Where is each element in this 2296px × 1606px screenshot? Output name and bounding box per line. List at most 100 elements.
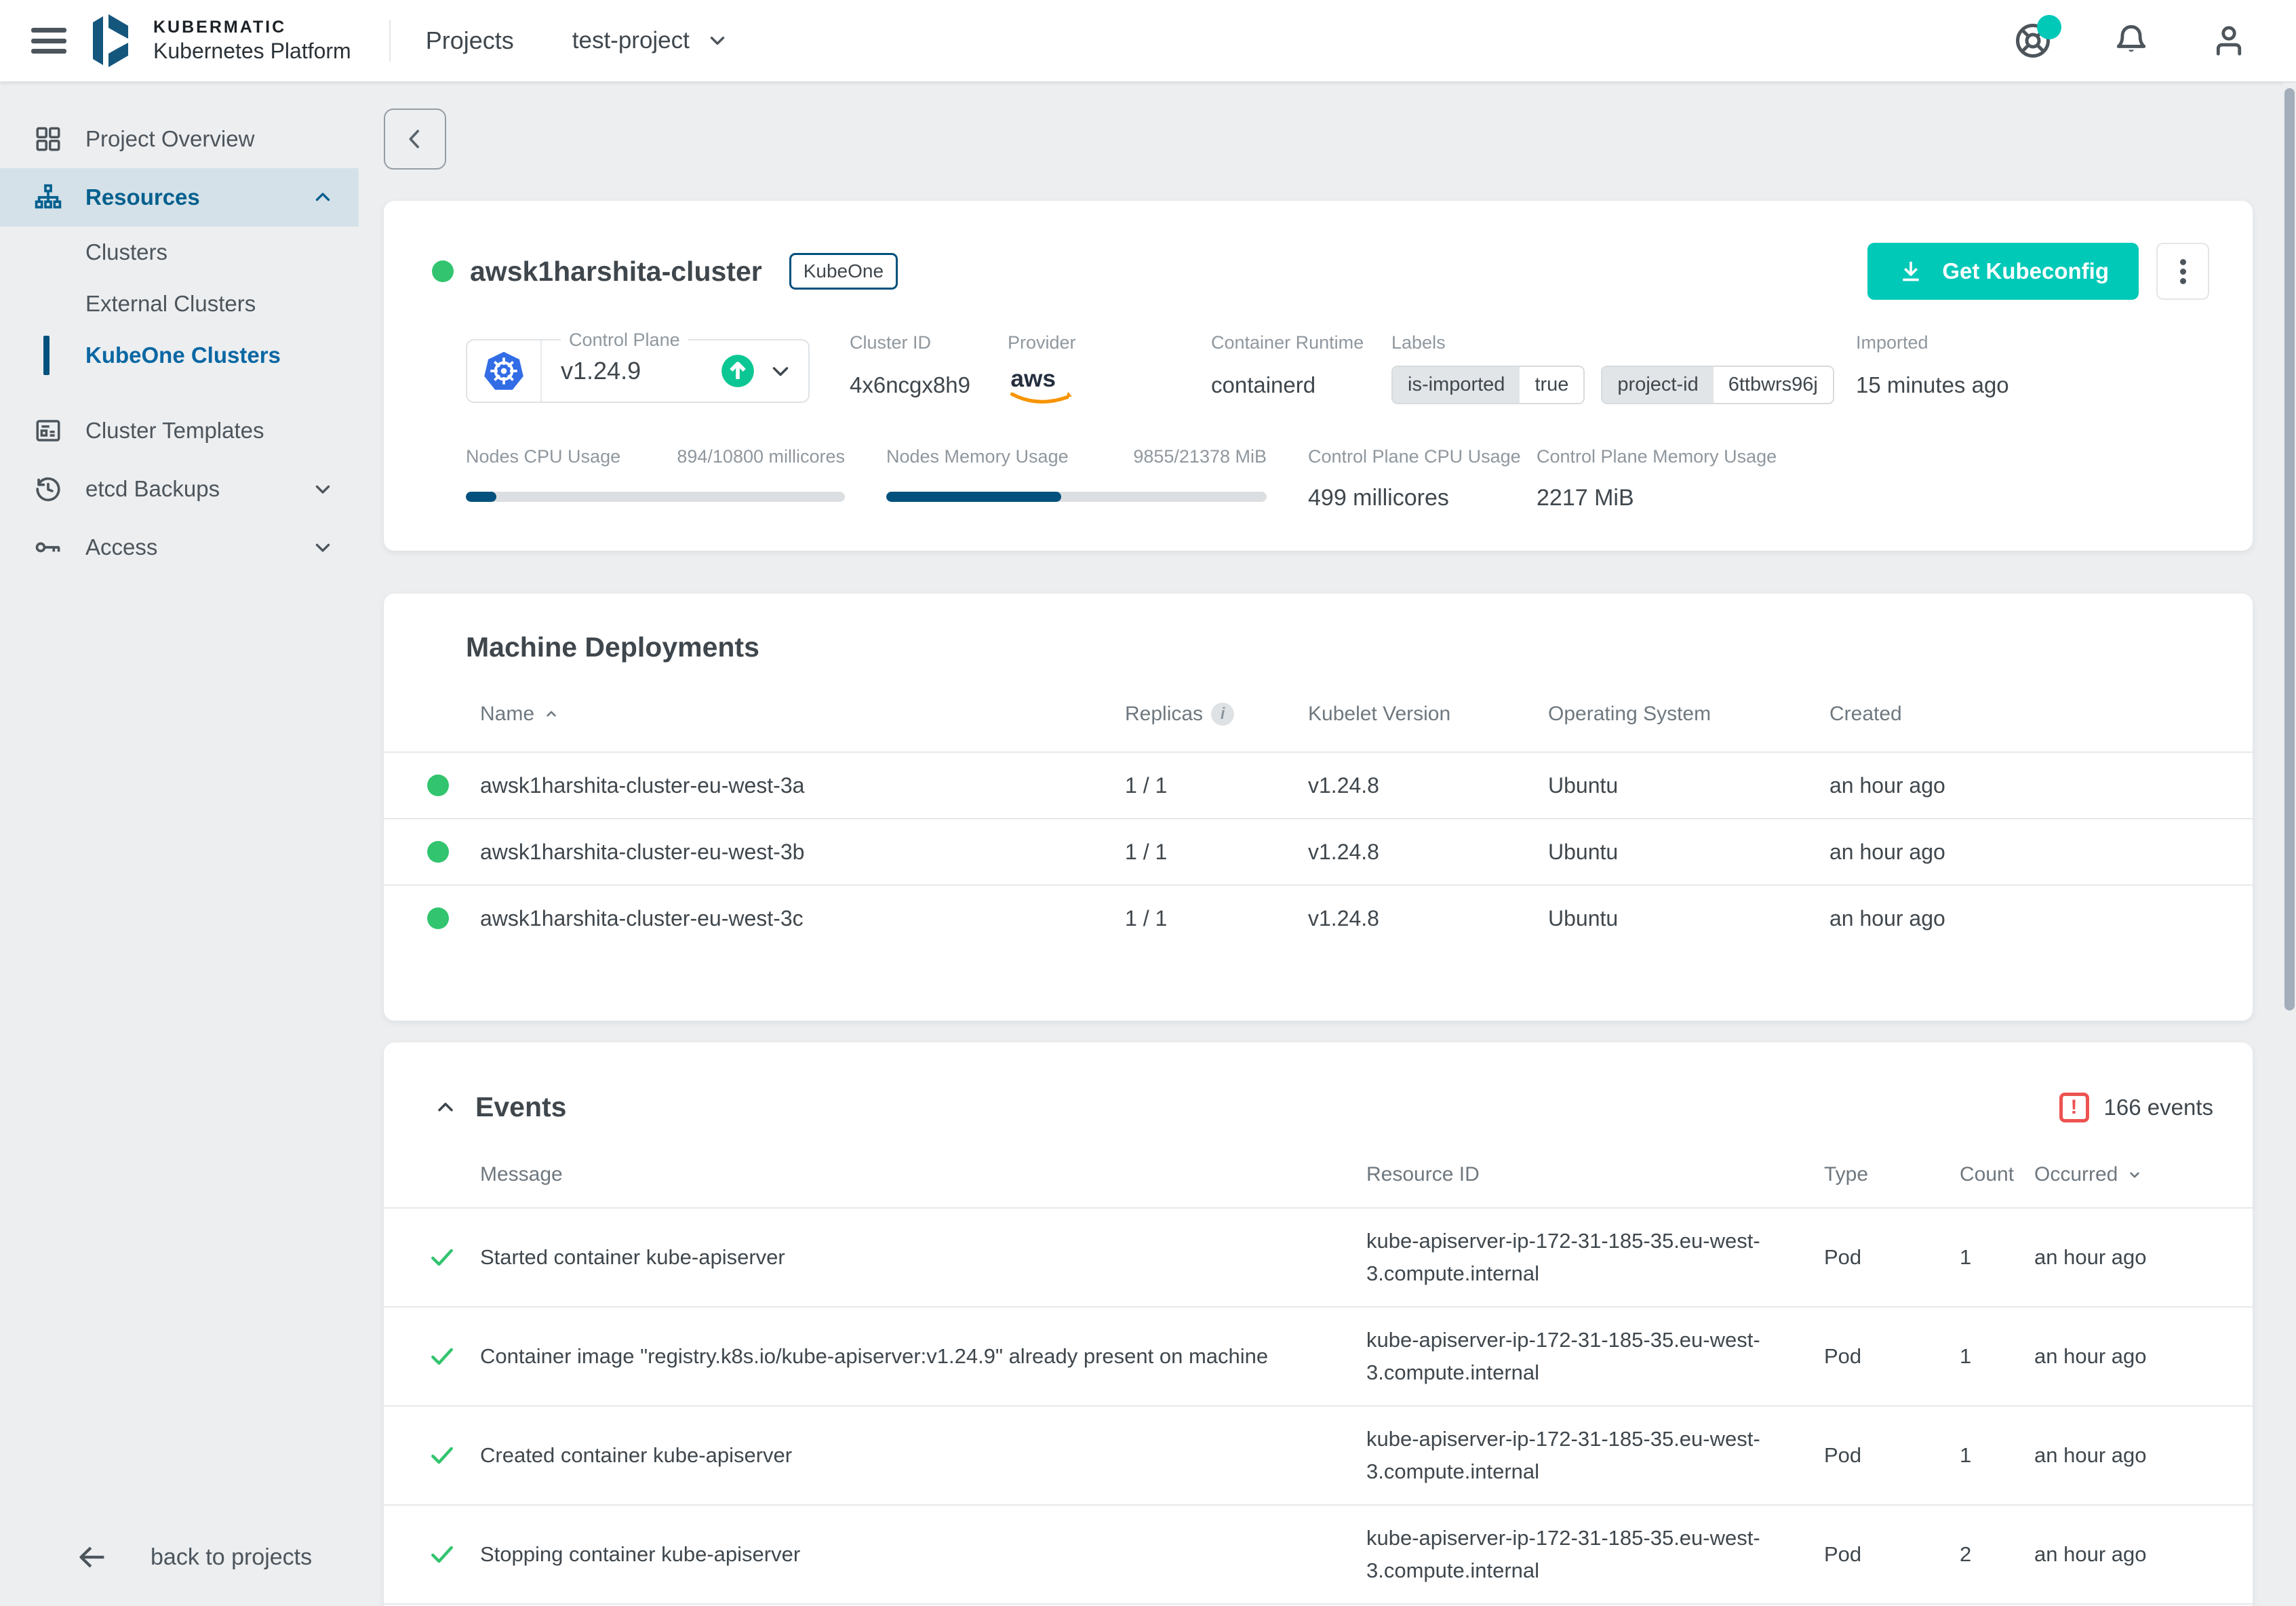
md-os: Ubuntu: [1548, 906, 1829, 931]
notifications-button[interactable]: [2112, 21, 2151, 60]
bell-icon: [2112, 21, 2151, 60]
sort-up-icon: [542, 705, 560, 723]
table-row[interactable]: Stopping container kube-apiserver kube-a…: [384, 1504, 2253, 1603]
node-status-dot: [427, 841, 449, 863]
main-content: awsk1harshita-cluster KubeOne Get Kubeco…: [359, 81, 2296, 1606]
grid-icon: [33, 125, 64, 153]
sidebar-item-kubeone-clusters[interactable]: KubeOne Clusters: [0, 330, 359, 381]
node-status-dot: [427, 775, 449, 796]
header-divider: [389, 20, 391, 62]
success-check-icon: [427, 1341, 480, 1371]
info-icon[interactable]: i: [1211, 703, 1234, 726]
nodes-memory-label: Nodes Memory Usage: [886, 446, 1069, 467]
container-runtime-label: Container Runtime: [1211, 332, 1364, 353]
sidebar-label: Access: [85, 534, 157, 560]
machine-deployments-title: Machine Deployments: [384, 593, 2253, 663]
event-type: Pod: [1824, 1542, 1960, 1567]
scrollbar-thumb[interactable]: [2284, 88, 2295, 1011]
node-status-dot: [427, 907, 449, 929]
sidebar-item-access[interactable]: Access: [0, 518, 359, 576]
event-type: Pod: [1824, 1443, 1960, 1468]
table-row[interactable]: Container image "registry.k8s.io/kube-ap…: [384, 1306, 2253, 1405]
control-plane-cpu-usage: Control Plane CPU Usage 499 millicores: [1308, 446, 1521, 511]
sidebar-item-external-clusters[interactable]: External Clusters: [0, 278, 359, 330]
nodes-cpu-label: Nodes CPU Usage: [466, 446, 620, 467]
back-button[interactable]: [384, 109, 446, 170]
event-resource-id: kube-apiserver-ip-172-31-185-35.eu-west-…: [1366, 1506, 1824, 1603]
control-plane-memory-usage: Control Plane Memory Usage 2217 MiB: [1537, 446, 1777, 511]
event-occurred: an hour ago: [2034, 1344, 2253, 1369]
cp-memory-label: Control Plane Memory Usage: [1537, 446, 1777, 467]
success-check-icon: [427, 1242, 480, 1272]
brand-title: KUBERMATIC: [153, 18, 351, 37]
progress-track: [886, 492, 1267, 502]
md-created: an hour ago: [1829, 773, 2253, 798]
label-value: 6ttbwrs96j: [1714, 367, 1833, 403]
sidebar-item-cluster-templates[interactable]: Cluster Templates: [0, 402, 359, 460]
collapse-chevron-icon[interactable]: [433, 1095, 458, 1120]
cluster-actions-button[interactable]: [2156, 243, 2209, 300]
cp-cpu-value: 499 millicores: [1308, 485, 1521, 511]
key-icon: [33, 532, 64, 562]
sidebar-item-clusters[interactable]: Clusters: [0, 227, 359, 278]
nav-projects-link[interactable]: Projects: [426, 26, 514, 55]
events-count: ! 166 events: [2059, 1093, 2213, 1122]
label-key: is-imported: [1393, 367, 1520, 403]
event-message: Container image "registry.k8s.io/kube-ap…: [480, 1325, 1366, 1388]
back-to-projects-link[interactable]: back to projects: [0, 1540, 312, 1575]
labels-label: Labels: [1391, 332, 1834, 353]
hamburger-menu-icon[interactable]: [31, 28, 66, 54]
project-selector-value: test-project: [572, 27, 690, 54]
md-os: Ubuntu: [1548, 840, 1829, 865]
event-count: 1: [1960, 1443, 2034, 1468]
column-created: Created: [1829, 703, 2253, 726]
history-icon: [33, 474, 64, 504]
download-icon: [1897, 258, 1924, 285]
sort-down-icon: [2126, 1166, 2143, 1183]
control-plane-version: v1.24.9: [561, 357, 641, 385]
column-occurred[interactable]: Occurred: [2034, 1163, 2253, 1186]
event-resource-id: kube-apiserver-ip-172-31-185-35.eu-west-…: [1366, 1209, 1824, 1306]
kubernetes-icon: [467, 340, 542, 402]
help-button[interactable]: [2013, 20, 2053, 61]
sidebar-item-etcd-backups[interactable]: etcd Backups: [0, 460, 359, 518]
control-plane-version-select[interactable]: Control Plane v1.24.9: [466, 339, 810, 403]
sidebar-item-project-overview[interactable]: Project Overview: [0, 110, 359, 168]
success-check-icon: [427, 1540, 480, 1569]
chevron-left-icon: [401, 125, 429, 153]
cp-cpu-label: Control Plane CPU Usage: [1308, 446, 1521, 467]
column-name[interactable]: Name: [480, 703, 1125, 726]
column-operating-system: Operating System: [1548, 703, 1829, 726]
chevron-down-icon: [768, 358, 793, 384]
table-row[interactable]: Started container kube-apiserver kube-ap…: [384, 1207, 2253, 1306]
sidebar-item-resources[interactable]: Resources: [0, 168, 359, 227]
table-row[interactable]: Created container kube-apiserver kube-ap…: [384, 1405, 2253, 1504]
sidebar-label: etcd Backups: [85, 476, 220, 502]
scrollbar[interactable]: [2283, 83, 2296, 1606]
back-to-projects-label: back to projects: [151, 1544, 312, 1571]
table-row[interactable]: awsk1harshita-cluster-eu-west-3a 1 / 1 v…: [384, 751, 2253, 818]
event-resource-id: kube-apiserver-ip-172-31-185-35.eu-west-…: [1366, 1407, 1824, 1504]
column-replicas: Replicas i: [1125, 703, 1308, 726]
progress-track: [466, 492, 845, 502]
success-check-icon: [427, 1441, 480, 1470]
get-kubeconfig-button[interactable]: Get Kubeconfig: [1867, 243, 2139, 300]
table-row[interactable]: Node ip-172-31-183-132.eu-west-3.compute…: [384, 1603, 2253, 1606]
md-created: an hour ago: [1829, 906, 2253, 931]
table-row[interactable]: awsk1harshita-cluster-eu-west-3c 1 / 1 v…: [384, 884, 2253, 951]
project-selector[interactable]: test-project: [572, 27, 729, 54]
column-type: Type: [1824, 1163, 1960, 1186]
table-row[interactable]: awsk1harshita-cluster-eu-west-3b 1 / 1 v…: [384, 818, 2253, 884]
sidebar-label: External Clusters: [85, 291, 256, 317]
md-replicas: 1 / 1: [1125, 773, 1308, 798]
md-kubelet: v1.24.8: [1308, 906, 1548, 931]
column-count: Count: [1960, 1163, 2034, 1186]
user-menu-button[interactable]: [2209, 21, 2249, 60]
chevron-down-icon: [706, 29, 729, 52]
upgrade-available-icon[interactable]: [720, 353, 755, 389]
control-plane-label: Control Plane: [561, 330, 688, 351]
machine-deployments-header-row: Name Replicas i Kubelet Version Operatin…: [384, 677, 2253, 751]
warning-icon: !: [2059, 1093, 2089, 1122]
cp-memory-value: 2217 MiB: [1537, 485, 1777, 511]
aws-logo-icon: aws: [1008, 363, 1082, 408]
